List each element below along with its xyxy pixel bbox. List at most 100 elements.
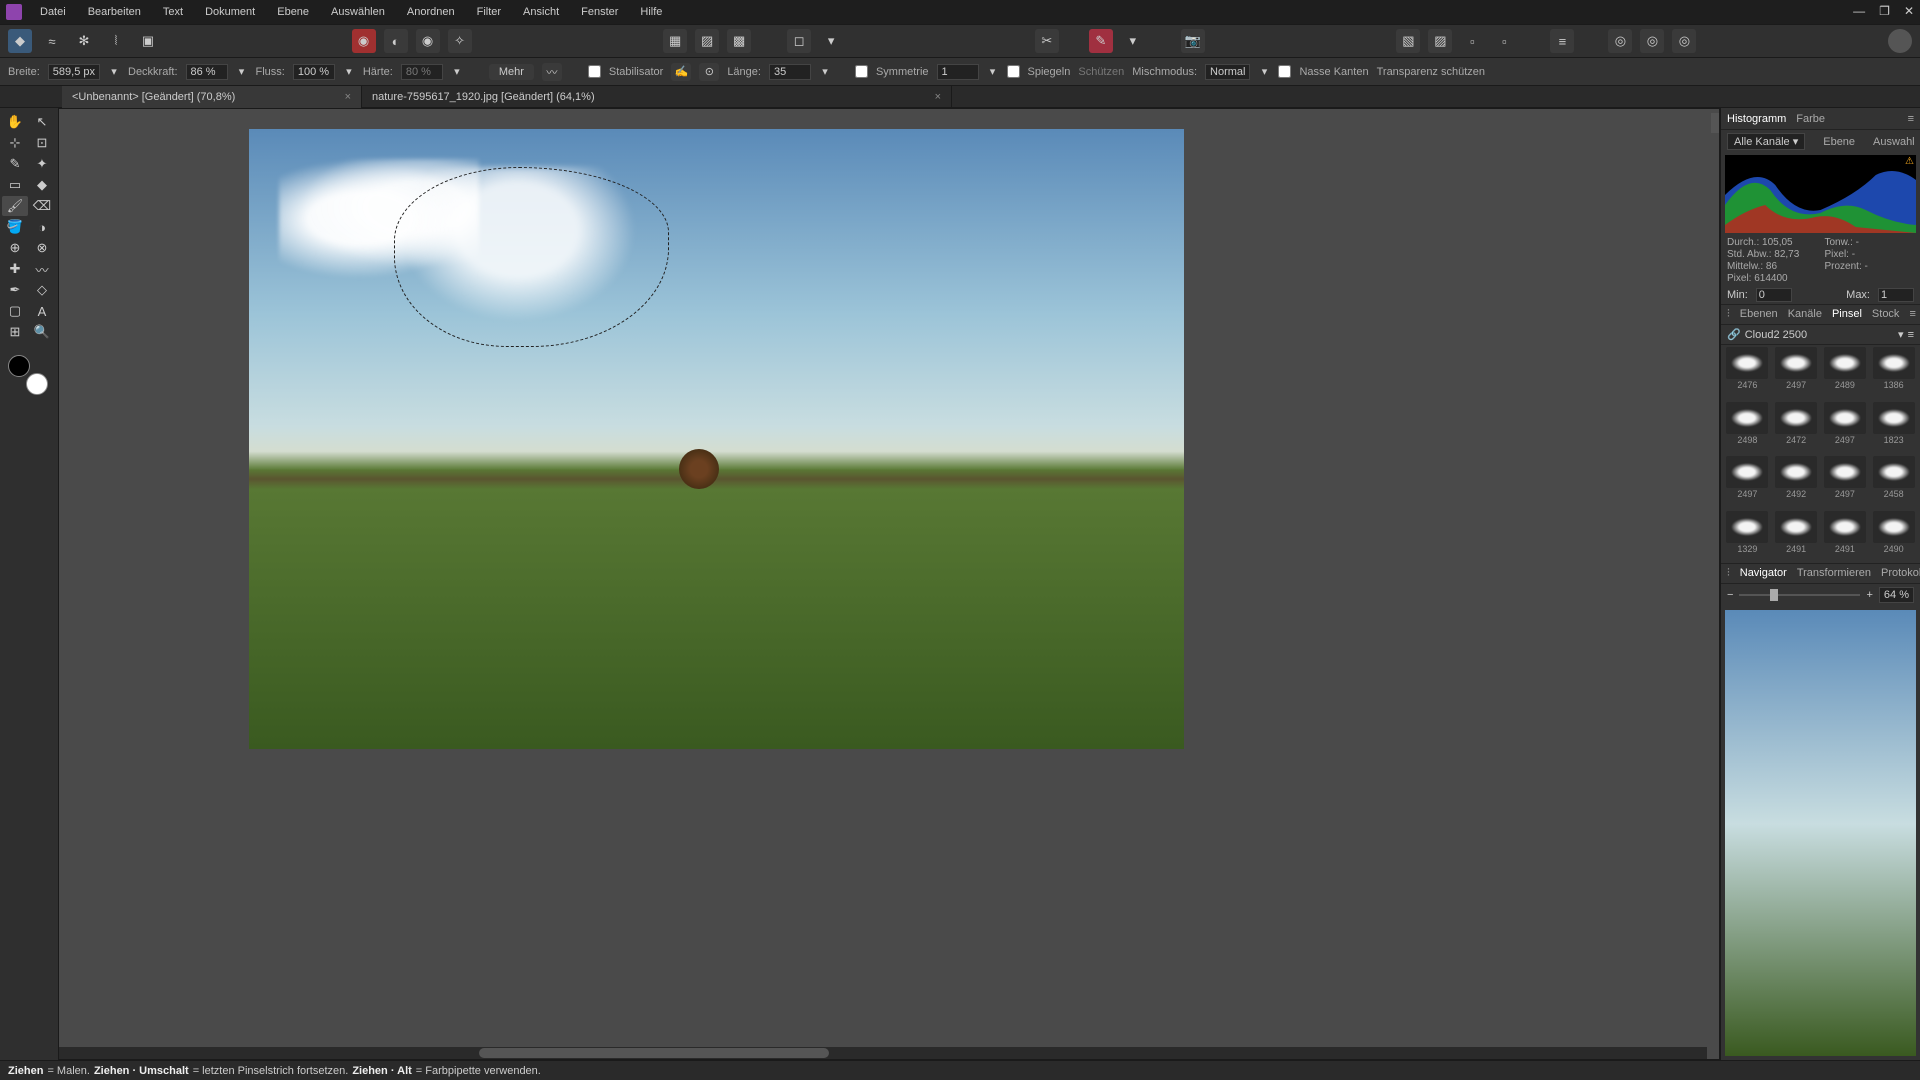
- tab-histogram[interactable]: Histogramm: [1727, 113, 1786, 125]
- hand-tool-icon[interactable]: ✋: [2, 112, 28, 132]
- snapshot-icon[interactable]: 📷: [1181, 29, 1205, 53]
- tab-history[interactable]: Protokoll: [1881, 567, 1920, 580]
- tab-transform[interactable]: Transformieren: [1797, 567, 1871, 580]
- document-tab-2[interactable]: nature-7595617_1920.jpg [Geändert] (64,1…: [362, 86, 952, 108]
- zoom-value[interactable]: 64 %: [1879, 587, 1914, 603]
- view-tool-icon[interactable]: ⊹: [2, 133, 28, 153]
- brush-preset[interactable]: 2490: [1871, 511, 1916, 559]
- more-button[interactable]: Mehr: [489, 64, 534, 80]
- force-pressure-icon[interactable]: 〰: [542, 63, 562, 81]
- close-icon[interactable]: ✕: [1904, 4, 1914, 18]
- scope-selection-button[interactable]: Auswahl: [1867, 135, 1920, 149]
- marquee-int-icon[interactable]: ▩: [727, 29, 751, 53]
- shape-tool-icon[interactable]: ▢: [2, 301, 28, 321]
- assistant-icon[interactable]: ✎: [1089, 29, 1113, 53]
- width-field[interactable]: 589,5 px: [48, 64, 100, 80]
- selection-brush-icon[interactable]: ✎: [2, 154, 28, 174]
- link-icon[interactable]: 🔗: [1727, 328, 1741, 341]
- menu-file[interactable]: Datei: [36, 4, 70, 20]
- menu-document[interactable]: Dokument: [201, 4, 259, 20]
- brush-preset[interactable]: 2489: [1823, 347, 1868, 395]
- tone-persona-icon[interactable]: ⦚: [104, 29, 128, 53]
- flow-field[interactable]: 100 %: [293, 64, 335, 80]
- zoom-in-button[interactable]: +: [1866, 589, 1872, 601]
- brush-preset[interactable]: 2458: [1871, 456, 1916, 504]
- marquee-add-icon[interactable]: ▦: [663, 29, 687, 53]
- rope-mode-icon[interactable]: ✍: [671, 63, 691, 81]
- blendmode-field[interactable]: Normal: [1205, 64, 1250, 80]
- tab-color[interactable]: Farbe: [1796, 113, 1825, 125]
- stabilizer-checkbox[interactable]: [588, 65, 601, 78]
- clone-tool-icon[interactable]: ⊕: [2, 238, 28, 258]
- panel-menu-icon[interactable]: ≡: [1908, 329, 1914, 341]
- brush-preset[interactable]: 2497: [1823, 456, 1868, 504]
- maximize-icon[interactable]: ❐: [1879, 4, 1890, 18]
- dropdown-icon[interactable]: ▾: [819, 29, 843, 53]
- dropdown-icon[interactable]: ▾: [1121, 29, 1145, 53]
- tab-stock[interactable]: Stock: [1872, 308, 1900, 321]
- account-avatar[interactable]: [1888, 29, 1912, 53]
- heal-tool-icon[interactable]: ✚: [2, 259, 28, 279]
- menu-window[interactable]: Fenster: [577, 4, 622, 20]
- chevron-down-icon[interactable]: ▾: [819, 65, 831, 78]
- align-icon[interactable]: ≡: [1550, 29, 1574, 53]
- brush-preset[interactable]: 2498: [1725, 402, 1770, 450]
- panel-menu-icon[interactable]: ≡: [1909, 308, 1915, 321]
- stack-icon[interactable]: ◎: [1640, 29, 1664, 53]
- brush-preset[interactable]: 2491: [1774, 511, 1819, 559]
- node-tool-icon[interactable]: ◇: [29, 280, 55, 300]
- flood-tool-icon[interactable]: ◆: [29, 175, 55, 195]
- tab-channels[interactable]: Kanäle: [1788, 308, 1822, 321]
- fill-tool-icon[interactable]: 🪣: [2, 217, 28, 237]
- minimize-icon[interactable]: —: [1853, 4, 1865, 18]
- chevron-down-icon[interactable]: ▾: [343, 65, 355, 78]
- length-field[interactable]: 35: [769, 64, 811, 80]
- symmetry-field[interactable]: 1: [937, 64, 979, 80]
- arrange-icon[interactable]: ▫: [1460, 29, 1484, 53]
- wand-tool-icon[interactable]: ✦: [29, 154, 55, 174]
- inpaint-tool-icon[interactable]: ⊗: [29, 238, 55, 258]
- brush-preset[interactable]: 2492: [1774, 456, 1819, 504]
- tab-brushes[interactable]: Pinsel: [1832, 308, 1862, 321]
- text-tool-icon[interactable]: A: [29, 301, 55, 321]
- menu-view[interactable]: Ansicht: [519, 4, 563, 20]
- brush-preset[interactable]: 1329: [1725, 511, 1770, 559]
- arrange-icon[interactable]: ▫: [1492, 29, 1516, 53]
- stack-icon[interactable]: ◎: [1672, 29, 1696, 53]
- min-field[interactable]: [1756, 288, 1792, 302]
- brush-preset[interactable]: 2472: [1774, 402, 1819, 450]
- hardness-field[interactable]: 80 %: [401, 64, 443, 80]
- crop-icon[interactable]: ✂: [1035, 29, 1059, 53]
- swatch-red-icon[interactable]: ◉: [352, 29, 376, 53]
- export-persona-icon[interactable]: ▣: [136, 29, 160, 53]
- horizontal-scrollbar[interactable]: [59, 1047, 1707, 1059]
- arrange-front-icon[interactable]: ▧: [1396, 29, 1420, 53]
- color-wheel-icon[interactable]: ◉: [416, 29, 440, 53]
- menu-filter[interactable]: Filter: [473, 4, 505, 20]
- handle-icon[interactable]: ⫶: [1727, 567, 1730, 580]
- pen-tool-icon[interactable]: ✒: [2, 280, 28, 300]
- navigator-preview[interactable]: [1725, 610, 1916, 1056]
- panel-menu-icon[interactable]: ≡: [1908, 113, 1914, 125]
- stack-icon[interactable]: ◎: [1608, 29, 1632, 53]
- zoom-slider[interactable]: [1739, 594, 1860, 596]
- brush-preset[interactable]: 1386: [1871, 347, 1916, 395]
- paint-brush-tool-icon[interactable]: 🖌: [2, 196, 28, 216]
- tab-layers[interactable]: Ebenen: [1740, 308, 1778, 321]
- move-tool-icon[interactable]: ↖: [29, 112, 55, 132]
- brush-preset[interactable]: 2497: [1823, 402, 1868, 450]
- chevron-down-icon[interactable]: ▾: [236, 65, 248, 78]
- canvas-viewport[interactable]: [58, 108, 1720, 1060]
- tab-navigator[interactable]: Navigator: [1740, 567, 1787, 580]
- erase-tool-icon[interactable]: ⌫: [29, 196, 55, 216]
- brush-preset[interactable]: 1823: [1871, 402, 1916, 450]
- brush-preset[interactable]: 2497: [1725, 456, 1770, 504]
- vertical-scrollbar[interactable]: [1711, 113, 1719, 133]
- brush-preset[interactable]: 2497: [1774, 347, 1819, 395]
- mesh-tool-icon[interactable]: ⊞: [2, 322, 28, 342]
- photo-persona-icon[interactable]: ◆: [8, 29, 32, 53]
- symmetry-checkbox[interactable]: [855, 65, 868, 78]
- document-tab-1[interactable]: <Unbenannt> [Geändert] (70,8%)×: [62, 86, 362, 108]
- scope-layer-button[interactable]: Ebene: [1817, 135, 1861, 149]
- chevron-down-icon[interactable]: ▾: [1898, 328, 1904, 341]
